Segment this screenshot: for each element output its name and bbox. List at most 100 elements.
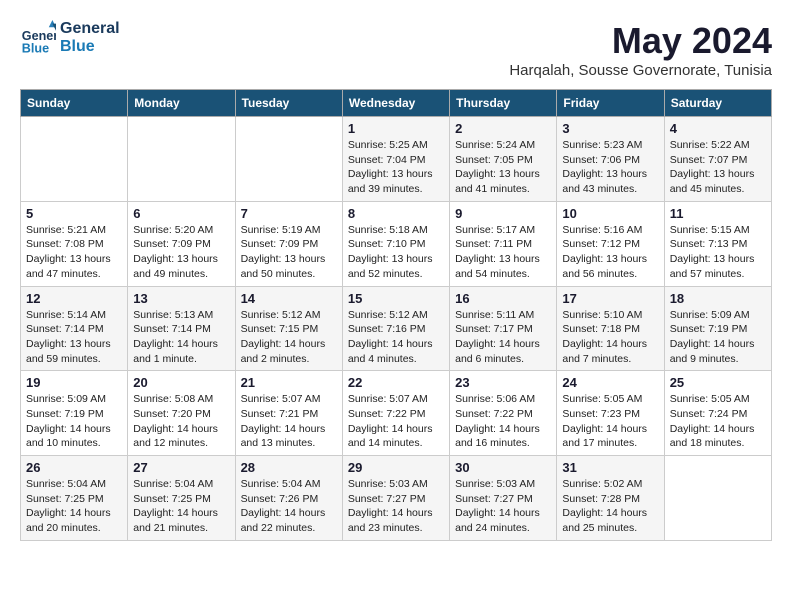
calendar-cell: 7 Sunrise: 5:19 AM Sunset: 7:09 PM Daylig… — [235, 201, 342, 286]
day-info: Sunrise: 5:13 AM Sunset: 7:14 PM Dayligh… — [133, 308, 229, 367]
calendar-cell: 24 Sunrise: 5:05 AM Sunset: 7:23 PM Dayli… — [557, 371, 664, 456]
calendar-cell: 3Sunrise: 5:23 AM Sunset: 7:06 PM Daylig… — [557, 117, 664, 202]
logo-general: General — [60, 20, 120, 38]
day-info: Sunrise: 5:17 AM Sunset: 7:11 PM Dayligh… — [455, 223, 551, 282]
month-title: May 2024 — [509, 20, 772, 62]
day-info: Sunrise: 5:20 AM Sunset: 7:09 PM Dayligh… — [133, 223, 229, 282]
calendar-week-row: 26 Sunrise: 5:04 AM Sunset: 7:25 PM Dayli… — [21, 456, 772, 541]
day-number: 21 — [241, 375, 337, 390]
calendar-cell: 18Sunrise: 5:09 AM Sunset: 7:19 PM Dayli… — [664, 286, 771, 371]
day-number: 16 — [455, 291, 551, 306]
weekday-header: Friday — [557, 90, 664, 117]
day-info: Sunrise: 5:21 AM Sunset: 7:08 PM Dayligh… — [26, 223, 122, 282]
day-info: Sunrise: 5:15 AM Sunset: 7:13 PM Dayligh… — [670, 223, 766, 282]
day-number: 18 — [670, 291, 766, 306]
day-info: Sunrise: 5:04 AM Sunset: 7:25 PM Dayligh… — [26, 477, 122, 536]
calendar-table: SundayMondayTuesdayWednesdayThursdayFrid… — [20, 89, 772, 541]
day-number: 7 — [241, 206, 337, 221]
location: Harqalah, Sousse Governorate, Tunisia — [509, 62, 772, 79]
calendar-week-row: 12 Sunrise: 5:14 AM Sunset: 7:14 PM Dayli… — [21, 286, 772, 371]
day-number: 15 — [348, 291, 444, 306]
day-info: Sunrise: 5:02 AM Sunset: 7:28 PM Dayligh… — [562, 477, 658, 536]
calendar-cell — [664, 456, 771, 541]
day-info: Sunrise: 5:04 AM Sunset: 7:26 PM Dayligh… — [241, 477, 337, 536]
day-number: 13 — [133, 291, 229, 306]
calendar-cell: 9 Sunrise: 5:17 AM Sunset: 7:11 PM Daylig… — [450, 201, 557, 286]
day-info: Sunrise: 5:10 AM Sunset: 7:18 PM Dayligh… — [562, 308, 658, 367]
day-info: Sunrise: 5:25 AM Sunset: 7:04 PM Dayligh… — [348, 138, 444, 197]
calendar-cell: 11Sunrise: 5:15 AM Sunset: 7:13 PM Dayli… — [664, 201, 771, 286]
calendar-cell: 14 Sunrise: 5:12 AM Sunset: 7:15 PM Dayli… — [235, 286, 342, 371]
weekday-header: Sunday — [21, 90, 128, 117]
day-number: 2 — [455, 121, 551, 136]
day-info: Sunrise: 5:14 AM Sunset: 7:14 PM Dayligh… — [26, 308, 122, 367]
calendar-cell: 25Sunrise: 5:05 AM Sunset: 7:24 PM Dayli… — [664, 371, 771, 456]
day-number: 14 — [241, 291, 337, 306]
day-info: Sunrise: 5:05 AM Sunset: 7:23 PM Dayligh… — [562, 392, 658, 451]
weekday-header: Tuesday — [235, 90, 342, 117]
svg-text:Blue: Blue — [22, 41, 49, 55]
calendar-cell: 30Sunrise: 5:03 AM Sunset: 7:27 PM Dayli… — [450, 456, 557, 541]
day-number: 4 — [670, 121, 766, 136]
day-info: Sunrise: 5:03 AM Sunset: 7:27 PM Dayligh… — [348, 477, 444, 536]
day-number: 29 — [348, 460, 444, 475]
calendar-cell: 21 Sunrise: 5:07 AM Sunset: 7:21 PM Dayli… — [235, 371, 342, 456]
day-info: Sunrise: 5:12 AM Sunset: 7:15 PM Dayligh… — [241, 308, 337, 367]
day-info: Sunrise: 5:11 AM Sunset: 7:17 PM Dayligh… — [455, 308, 551, 367]
day-info: Sunrise: 5:03 AM Sunset: 7:27 PM Dayligh… — [455, 477, 551, 536]
logo-icon: General Blue — [20, 20, 56, 56]
day-number: 24 — [562, 375, 658, 390]
calendar-cell: 17 Sunrise: 5:10 AM Sunset: 7:18 PM Dayli… — [557, 286, 664, 371]
day-info: Sunrise: 5:23 AM Sunset: 7:06 PM Dayligh… — [562, 138, 658, 197]
calendar-cell: 2 Sunrise: 5:24 AM Sunset: 7:05 PM Daylig… — [450, 117, 557, 202]
day-info: Sunrise: 5:06 AM Sunset: 7:22 PM Dayligh… — [455, 392, 551, 451]
logo-blue: Blue — [60, 38, 120, 56]
day-number: 22 — [348, 375, 444, 390]
day-info: Sunrise: 5:07 AM Sunset: 7:22 PM Dayligh… — [348, 392, 444, 451]
calendar-cell: 31 Sunrise: 5:02 AM Sunset: 7:28 PM Dayli… — [557, 456, 664, 541]
calendar-cell: 19Sunrise: 5:09 AM Sunset: 7:19 PM Dayli… — [21, 371, 128, 456]
calendar-cell — [21, 117, 128, 202]
calendar-cell: 22 Sunrise: 5:07 AM Sunset: 7:22 PM Dayli… — [342, 371, 449, 456]
title-area: May 2024 Harqalah, Sousse Governorate, T… — [509, 20, 772, 79]
day-info: Sunrise: 5:04 AM Sunset: 7:25 PM Dayligh… — [133, 477, 229, 536]
day-number: 26 — [26, 460, 122, 475]
weekday-header: Thursday — [450, 90, 557, 117]
day-info: Sunrise: 5:09 AM Sunset: 7:19 PM Dayligh… — [26, 392, 122, 451]
calendar-cell: 23 Sunrise: 5:06 AM Sunset: 7:22 PM Dayli… — [450, 371, 557, 456]
day-info: Sunrise: 5:16 AM Sunset: 7:12 PM Dayligh… — [562, 223, 658, 282]
day-number: 12 — [26, 291, 122, 306]
calendar-cell: 4Sunrise: 5:22 AM Sunset: 7:07 PM Daylig… — [664, 117, 771, 202]
calendar-cell: 5Sunrise: 5:21 AM Sunset: 7:08 PM Daylig… — [21, 201, 128, 286]
day-info: Sunrise: 5:24 AM Sunset: 7:05 PM Dayligh… — [455, 138, 551, 197]
day-info: Sunrise: 5:07 AM Sunset: 7:21 PM Dayligh… — [241, 392, 337, 451]
day-number: 17 — [562, 291, 658, 306]
page-header: General Blue General Blue May 2024 Harqa… — [20, 20, 772, 79]
calendar-cell: 28 Sunrise: 5:04 AM Sunset: 7:26 PM Dayli… — [235, 456, 342, 541]
calendar-week-row: 5Sunrise: 5:21 AM Sunset: 7:08 PM Daylig… — [21, 201, 772, 286]
calendar-cell: 26 Sunrise: 5:04 AM Sunset: 7:25 PM Dayli… — [21, 456, 128, 541]
day-number: 6 — [133, 206, 229, 221]
calendar-cell: 6 Sunrise: 5:20 AM Sunset: 7:09 PM Daylig… — [128, 201, 235, 286]
day-number: 31 — [562, 460, 658, 475]
day-info: Sunrise: 5:12 AM Sunset: 7:16 PM Dayligh… — [348, 308, 444, 367]
weekday-header: Monday — [128, 90, 235, 117]
calendar-cell — [235, 117, 342, 202]
day-number: 28 — [241, 460, 337, 475]
calendar-cell: 20Sunrise: 5:08 AM Sunset: 7:20 PM Dayli… — [128, 371, 235, 456]
day-number: 23 — [455, 375, 551, 390]
weekday-header-row: SundayMondayTuesdayWednesdayThursdayFrid… — [21, 90, 772, 117]
calendar-cell: 15 Sunrise: 5:12 AM Sunset: 7:16 PM Dayli… — [342, 286, 449, 371]
day-number: 25 — [670, 375, 766, 390]
day-number: 20 — [133, 375, 229, 390]
calendar-week-row: 19Sunrise: 5:09 AM Sunset: 7:19 PM Dayli… — [21, 371, 772, 456]
day-number: 10 — [562, 206, 658, 221]
calendar-cell: 13 Sunrise: 5:13 AM Sunset: 7:14 PM Dayli… — [128, 286, 235, 371]
weekday-header: Saturday — [664, 90, 771, 117]
day-number: 27 — [133, 460, 229, 475]
day-info: Sunrise: 5:19 AM Sunset: 7:09 PM Dayligh… — [241, 223, 337, 282]
day-number: 9 — [455, 206, 551, 221]
calendar-cell: 10 Sunrise: 5:16 AM Sunset: 7:12 PM Dayli… — [557, 201, 664, 286]
day-info: Sunrise: 5:18 AM Sunset: 7:10 PM Dayligh… — [348, 223, 444, 282]
logo: General Blue General Blue — [20, 20, 120, 56]
